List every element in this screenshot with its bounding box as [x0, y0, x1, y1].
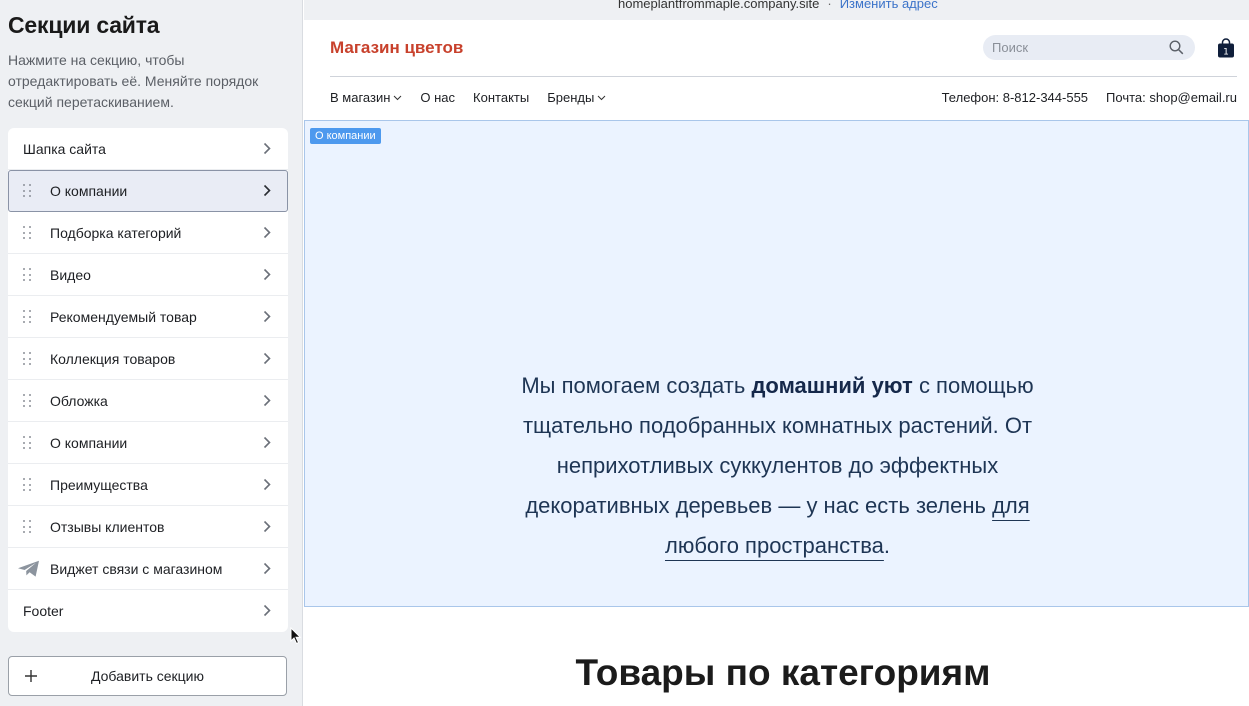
about-text-part: .	[883, 533, 891, 558]
section-item-featured-product[interactable]: Рекомендуемый товар	[8, 296, 288, 338]
nav-item-label: В магазин	[330, 90, 391, 105]
nav-item-label: Бренды	[547, 90, 595, 105]
add-section-label: Добавить секцию	[90, 668, 204, 684]
section-tag: О компании	[310, 128, 381, 144]
nav-item-about[interactable]: О нас	[420, 90, 455, 105]
search-input[interactable]: Поиск	[983, 35, 1195, 60]
chevron-right-icon	[263, 562, 271, 575]
add-section-button[interactable]: Добавить секцию	[8, 656, 287, 696]
email-text[interactable]: Почта: shop@email.ru	[1106, 90, 1237, 105]
drag-handle-icon[interactable]	[23, 310, 33, 324]
mouse-cursor-icon	[290, 627, 302, 645]
section-item-categories[interactable]: Подборка категорий	[8, 212, 288, 254]
chevron-right-icon	[263, 226, 271, 239]
drag-handle-icon[interactable]	[23, 268, 33, 282]
chevron-right-icon	[263, 352, 271, 365]
plus-icon	[25, 670, 37, 682]
store-logo[interactable]: Магазин цветов	[330, 38, 463, 58]
chevron-right-icon	[263, 142, 271, 155]
drag-handle-icon[interactable]	[23, 352, 33, 366]
section-item-footer[interactable]: Footer	[8, 590, 288, 632]
search-placeholder: Поиск	[992, 40, 1029, 55]
header-divider	[330, 76, 1237, 77]
section-item-label: Преимущества	[50, 476, 148, 493]
change-address-link[interactable]: Изменить адрес	[840, 0, 938, 11]
section-item-label: Обложка	[50, 392, 108, 409]
section-item-label: Footer	[23, 603, 64, 619]
chevron-right-icon	[263, 478, 271, 491]
header-contacts: Телефон: 8-812-344-555 Почта: shop@email…	[942, 90, 1237, 105]
section-item-contact-widget[interactable]: Виджет связи с магазином	[8, 548, 288, 590]
site-preview: homeplantfrommaple.company.site · Изменить…	[304, 0, 1249, 706]
panel-description: Нажмите на секцию, чтобы отредактировать…	[8, 52, 259, 110]
categories-heading: Товары по категориям	[575, 652, 991, 693]
chevron-down-icon	[394, 95, 402, 100]
chevron-right-icon	[263, 310, 271, 323]
chevron-right-icon	[263, 604, 271, 617]
section-item-reviews[interactable]: Отзывы клиентов	[8, 506, 288, 548]
chevron-right-icon	[263, 268, 271, 281]
section-item-label: Отзывы клиентов	[50, 518, 165, 535]
chevron-right-icon	[263, 436, 271, 449]
drag-handle-icon[interactable]	[23, 394, 33, 408]
chevron-right-icon	[263, 184, 271, 197]
panel-title: Секции сайта	[8, 12, 160, 38]
section-item-label: О компании	[50, 182, 128, 199]
nav-item-shop[interactable]: В магазин	[330, 90, 402, 105]
about-text-bold: домашний уют	[751, 373, 913, 398]
main-nav: В магазин О нас Контакты Бренды	[330, 90, 606, 105]
section-item-cover[interactable]: Обложка	[8, 380, 288, 422]
search-icon[interactable]	[1169, 40, 1184, 55]
chevron-right-icon	[263, 520, 271, 533]
drag-handle-icon[interactable]	[23, 478, 33, 492]
section-item-collection[interactable]: Коллекция товаров	[8, 338, 288, 380]
about-text: Мы помогаем создать домашний уют с помощ…	[500, 366, 1055, 566]
section-item-label: Коллекция товаров	[50, 350, 176, 367]
drag-handle-icon[interactable]	[23, 184, 33, 198]
nav-item-brands[interactable]: Бренды	[547, 90, 606, 105]
chevron-down-icon	[597, 95, 606, 100]
telegram-icon	[18, 560, 39, 577]
about-text-part: Мы помогаем создать	[521, 373, 752, 398]
section-item-label: Подборка категорий	[50, 224, 182, 241]
site-url-line: homeplantfrommaple.company.site · Изменить…	[618, 0, 938, 11]
section-item-advantages[interactable]: Преимущества	[8, 464, 288, 506]
sections-list: Шапка сайта О компании Подборка категори…	[8, 128, 288, 632]
phone-text[interactable]: Телефон: 8-812-344-555	[942, 90, 1088, 105]
drag-handle-icon[interactable]	[23, 226, 33, 240]
cart-count: 1	[1223, 48, 1229, 58]
section-item-video[interactable]: Видео	[8, 254, 288, 296]
sections-panel: Секции сайта Нажмите на секцию, чтобы от…	[0, 0, 303, 706]
drag-handle-icon[interactable]	[23, 520, 33, 534]
separator-dot: ·	[827, 0, 832, 11]
section-item-label: О компании	[50, 434, 128, 451]
chevron-right-icon	[263, 394, 271, 407]
section-item-label: Видео	[50, 266, 91, 283]
nav-item-contacts[interactable]: Контакты	[473, 90, 529, 105]
shopping-bag-icon[interactable]: 1	[1217, 38, 1235, 58]
section-item-about-2[interactable]: О компании	[8, 422, 288, 464]
about-section[interactable]: О компании Мы помогаем создать домашний …	[304, 120, 1249, 607]
site-url: homeplantfrommaple.company.site	[618, 0, 820, 11]
section-item-about[interactable]: О компании	[8, 170, 288, 212]
section-item-header[interactable]: Шапка сайта	[8, 128, 288, 170]
section-item-label: Рекомендуемый товар	[50, 308, 197, 325]
address-bar: homeplantfrommaple.company.site · Изменить…	[304, 0, 1249, 20]
section-item-label: Виджет связи с магазином	[50, 560, 223, 577]
drag-handle-icon[interactable]	[23, 436, 33, 450]
section-item-label: Шапка сайта	[23, 140, 106, 157]
